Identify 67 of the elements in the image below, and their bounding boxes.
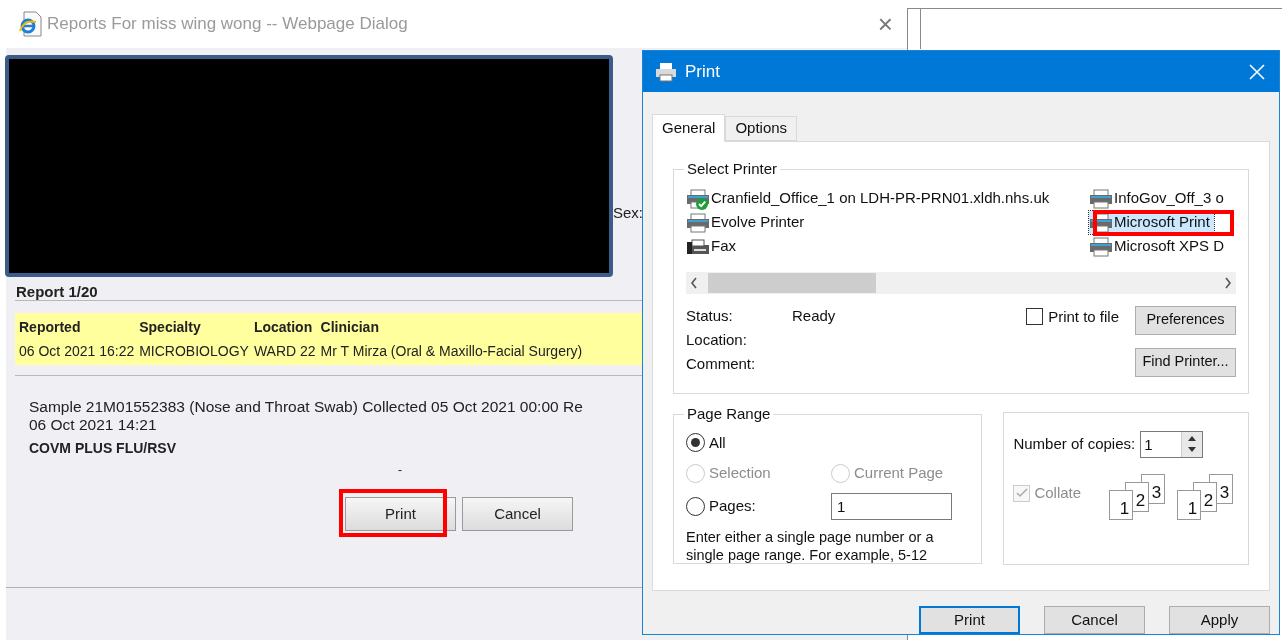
printer-icon	[1089, 235, 1113, 258]
printer-icon	[1089, 187, 1113, 210]
status-label: Location:	[686, 329, 748, 350]
field-label: Sex:	[613, 202, 643, 223]
page-number: 3	[1219, 484, 1230, 501]
dialog-button[interactable]: Cancel	[462, 497, 573, 531]
column-header: Location	[253, 318, 314, 337]
printer-item[interactable]: Evolve Printer	[686, 211, 809, 234]
radio-button[interactable]	[686, 496, 705, 516]
tab[interactable]: Options	[725, 116, 798, 141]
printer-icon	[1089, 211, 1113, 234]
page-number: 2	[1135, 492, 1146, 509]
scroll-left-icon[interactable]	[690, 276, 698, 289]
tab[interactable]: General	[652, 114, 726, 142]
dialog-button[interactable]: Cancel	[1044, 606, 1145, 634]
printer-icon	[686, 211, 710, 234]
sample-text: Sample 21M01552383 (Nose and Throat Swab) Collected 05 Oct 2021 00:00 Re	[29, 398, 583, 416]
page-number: 1	[1119, 500, 1130, 517]
input-field[interactable]: 1	[831, 492, 952, 520]
dialog-button[interactable]: Print	[345, 497, 456, 531]
table-cell-text: 06 Oct 2021 16:22	[19, 342, 135, 361]
column-header: Specialty	[139, 318, 202, 337]
checkbox-label: Print to file	[1048, 307, 1119, 326]
window-title: Print	[685, 60, 720, 83]
sample-text: 06 Oct 2021 14:21	[29, 416, 157, 434]
page-number: 2	[1203, 492, 1214, 509]
checkbox-label: Collate	[1034, 483, 1082, 503]
printer-item[interactable]: Microsoft XPS D	[1089, 235, 1229, 258]
status-value: Ready	[792, 305, 837, 326]
group-label: Select Printer	[686, 159, 779, 179]
field-label: Number of copies:	[1013, 434, 1136, 455]
page-number: 1	[1187, 500, 1198, 517]
report-counter: Report 1/20	[16, 283, 98, 300]
close-button[interactable]: ×	[877, 11, 893, 37]
status-label: Status:	[686, 305, 734, 326]
printer-icon	[655, 61, 677, 82]
radio-label: Selection	[709, 463, 771, 483]
printer-icon	[686, 187, 710, 210]
radio-label: All	[709, 432, 726, 453]
dash-text: -	[398, 463, 402, 477]
printer-item[interactable]: Cranfield_Office_1 on LDH-PR-PRN01.xldh.nhs.uk	[686, 187, 1054, 210]
table-cell-text: MICROBIOLOGY	[139, 342, 249, 361]
dialog-button[interactable]: Apply	[1169, 606, 1270, 634]
dialog-button[interactable]: Find Printer...	[1135, 347, 1236, 377]
page-number: 3	[1151, 484, 1162, 501]
close-icon[interactable]	[1249, 63, 1265, 80]
radio-button[interactable]	[686, 433, 705, 453]
status-label: Comment:	[686, 354, 757, 375]
radio-label: Current Page	[854, 463, 944, 483]
dialog-button[interactable]: Preferences	[1135, 305, 1236, 335]
horizontal-scrollbar[interactable]	[686, 271, 1236, 294]
table-cell-text: WARD 22	[253, 342, 316, 361]
copies-spinner[interactable]: 1	[1140, 431, 1204, 458]
dialog-button[interactable]: Print	[919, 606, 1020, 634]
hint-text: Enter either a single page number or a single page range. For example, 5-12	[686, 527, 935, 564]
window-title: Reports For miss wing wong -- Webpage Dialog	[47, 13, 408, 36]
printer-item[interactable]: Fax	[686, 235, 740, 258]
table-cell-text: Mr T Mirza (Oral & Maxillo-Facial Surgery)	[320, 342, 583, 361]
checkbox[interactable]	[1026, 307, 1044, 325]
column-header: Reported	[19, 318, 82, 337]
scroll-right-icon[interactable]	[1224, 276, 1232, 289]
column-header: Clinician	[320, 318, 380, 337]
printer-item[interactable]: InfoGov_Off_3 o	[1089, 187, 1228, 210]
test-name: COVM PLUS FLU/RSV	[29, 439, 176, 457]
group-label: Page Range	[686, 404, 772, 424]
radio-label: Pages:	[709, 495, 756, 516]
browser-page-icon	[18, 11, 42, 37]
